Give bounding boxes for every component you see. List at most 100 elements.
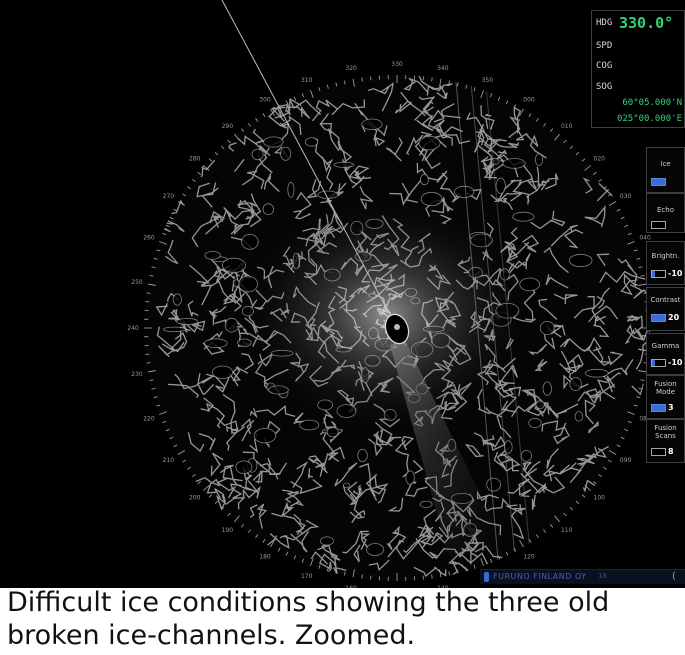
bearing-tick <box>431 77 433 82</box>
fusion-scans-control[interactable]: Fusion Scans 8 <box>646 419 685 463</box>
bearing-label: 210 <box>163 457 175 464</box>
bearing-label: 290 <box>222 123 234 130</box>
ice-floe <box>495 177 506 194</box>
fusion-mode-label: Fusion Mode <box>654 380 677 396</box>
ice-floe <box>512 211 535 222</box>
bearing-tick <box>146 292 151 294</box>
bearing-label: 320 <box>345 65 357 72</box>
bearing-label: 220 <box>143 415 155 422</box>
ice-floe <box>520 449 533 462</box>
bearing-label: 100 <box>594 495 606 502</box>
ice-mode-label: Ice <box>660 160 671 168</box>
contrast-control[interactable]: Contrast 20 <box>646 287 685 331</box>
furuno-logo-icon <box>484 572 489 582</box>
ice-floe <box>366 543 385 556</box>
bearing-label: 010 <box>561 123 573 130</box>
ice-floe <box>176 317 199 325</box>
bearing-tick <box>361 574 363 579</box>
ice-floe <box>502 158 526 169</box>
ice-floe <box>287 181 295 198</box>
echo-mode-button[interactable]: Echo <box>646 193 685 233</box>
ice-floe <box>535 153 544 166</box>
contrast-bar <box>651 314 666 322</box>
fusion-scans-value: 8 <box>668 447 674 456</box>
ice-floe <box>574 411 584 422</box>
bearing-tick <box>431 574 433 579</box>
ice-floe <box>235 460 253 474</box>
ice-floe <box>204 250 221 260</box>
ice-mode-indicator <box>651 178 666 186</box>
ice-floe <box>162 326 186 333</box>
bearing-label: 190 <box>222 527 234 534</box>
ice-floe <box>357 448 368 462</box>
ice-floe <box>304 137 319 147</box>
gamma-label: Gamma <box>651 342 680 350</box>
bearing-tick <box>361 77 363 82</box>
brand-sub: 18 <box>598 572 607 580</box>
image-caption: Difficult ice conditions showing the thr… <box>7 587 610 651</box>
ice-floe <box>280 146 292 161</box>
bearing-label: 340 <box>437 65 449 72</box>
bearing-label: 120 <box>523 554 535 561</box>
gamma-value: -10 <box>668 358 683 367</box>
bearing-label: 300 <box>259 96 271 103</box>
bearing-label: 240 <box>127 325 139 332</box>
ice-floe <box>454 185 475 198</box>
spd-label: SPD <box>596 41 613 51</box>
bearing-label: 170 <box>301 573 313 580</box>
echo-mode-label: Echo <box>657 206 674 214</box>
latitude-value: 60°05.000'N <box>622 98 682 108</box>
ice-floe <box>569 377 582 391</box>
gamma-control[interactable]: Gamma -10 <box>646 333 685 375</box>
ice-floe <box>535 400 545 410</box>
bearing-label: 330 <box>391 61 403 68</box>
brand-bar: FURUNO FINLAND OY 18 ( <box>480 569 685 584</box>
fusion-scans-bar <box>651 448 666 456</box>
ice-floe <box>486 477 501 492</box>
bearing-tick <box>146 362 151 364</box>
bearing-label: 200 <box>189 495 201 502</box>
hdg-value: 330.0° <box>619 14 674 32</box>
ice-floe <box>420 173 429 186</box>
ice-floe <box>253 428 277 444</box>
ice-floe <box>204 338 228 349</box>
ice-floe <box>542 381 553 396</box>
fusion-mode-control[interactable]: Fusion Mode 3 <box>646 375 685 419</box>
status-arc-icon: ( <box>672 571 676 582</box>
echo-mode-indicator <box>651 221 666 229</box>
brand-text: FURUNO FINLAND OY <box>493 572 587 581</box>
bearing-label: 260 <box>143 235 155 242</box>
gamma-bar <box>651 359 666 367</box>
bearing-label: 030 <box>620 193 632 200</box>
bearing-label: 110 <box>561 527 573 534</box>
ice-floe <box>405 470 415 485</box>
ice-floe <box>211 365 233 380</box>
ice-mode-button[interactable]: Ice <box>646 147 685 193</box>
ice-floe <box>326 426 339 438</box>
brightness-value: -10 <box>668 269 683 278</box>
ice-floe <box>528 417 542 429</box>
longitude-value: 025°00.000'E <box>616 114 682 124</box>
hdg-label: HDG <box>596 18 613 28</box>
ice-floe <box>539 320 555 335</box>
bearing-label: 250 <box>131 279 143 286</box>
ice-floe <box>262 203 275 216</box>
cog-label: COG <box>596 61 613 71</box>
ice-floe <box>333 161 355 168</box>
bearing-label: 270 <box>163 193 175 200</box>
fusion-mode-value: 3 <box>668 403 674 412</box>
brightness-control[interactable]: Brightn. -10 <box>646 241 685 285</box>
nav-info-panel: HDG 330.0° SPD COG SOG 60°05.000'N 025°0… <box>591 10 685 128</box>
ice-floe <box>569 253 593 268</box>
radar-display[interactable]: 0000100200300400500600700800901001101201… <box>0 0 685 588</box>
ice-floe <box>361 118 383 131</box>
ice-floe <box>299 419 320 431</box>
contrast-label: Contrast <box>650 296 681 304</box>
bearing-label: 180 <box>259 554 271 561</box>
brightness-label: Brightn. <box>651 252 680 260</box>
ice-floe <box>263 136 284 148</box>
radar-settings-panel: Ice Echo Brightn. -10 Contrast 20 Gamma … <box>646 147 685 463</box>
fusion-scans-label: Fusion Scans <box>654 424 677 440</box>
bearing-label: 310 <box>301 77 313 84</box>
bearing-label: 020 <box>594 155 606 162</box>
